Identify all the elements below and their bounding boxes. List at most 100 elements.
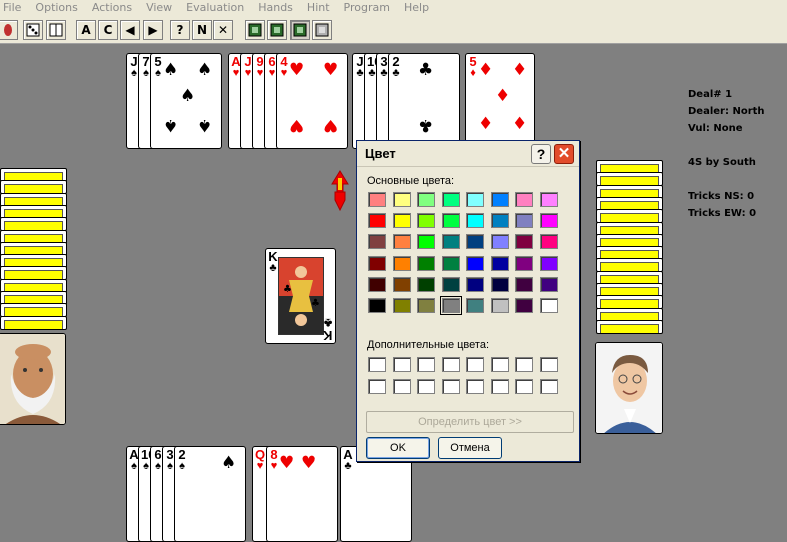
custom-color-swatch[interactable]	[417, 379, 435, 394]
n-icon[interactable]: N	[192, 20, 212, 40]
custom-color-swatch[interactable]	[392, 379, 411, 394]
x-icon[interactable]: ✕	[213, 20, 233, 40]
menu-hands[interactable]: Hands	[251, 1, 300, 14]
color-swatch[interactable]	[392, 192, 411, 207]
define-custom-color-button[interactable]: Определить цвет >>	[366, 411, 574, 433]
color-swatch[interactable]	[417, 213, 435, 229]
color-swatch[interactable]	[417, 276, 435, 292]
custom-color-swatch[interactable]	[490, 379, 509, 394]
color-swatch[interactable]	[368, 213, 386, 229]
suit-pip-icon: ♦	[478, 60, 494, 80]
c-icon[interactable]: C	[98, 20, 118, 40]
custom-color-swatch[interactable]	[515, 379, 533, 394]
color-swatch[interactable]	[368, 234, 386, 250]
color-swatch[interactable]	[515, 255, 533, 271]
help-button[interactable]: ?	[531, 144, 551, 164]
color-swatch[interactable]	[441, 213, 460, 229]
color-swatch[interactable]	[392, 255, 411, 271]
menu-actions[interactable]: Actions	[85, 1, 139, 14]
color-swatch[interactable]	[539, 255, 558, 271]
color-swatch[interactable]	[515, 192, 533, 207]
custom-color-swatch[interactable]	[392, 357, 411, 372]
color-swatch[interactable]	[417, 298, 435, 313]
color-swatch[interactable]	[441, 276, 460, 292]
color-swatch[interactable]	[441, 234, 460, 250]
color-swatch[interactable]	[539, 213, 558, 229]
question-icon[interactable]: ?	[170, 20, 190, 40]
color-swatch[interactable]	[441, 192, 460, 207]
back-icon[interactable]: ◀	[120, 20, 140, 40]
color-swatch[interactable]	[539, 234, 558, 250]
menu-view[interactable]: View	[139, 1, 179, 14]
color-swatch[interactable]	[466, 213, 484, 229]
color-swatch[interactable]	[539, 298, 558, 313]
color-swatch[interactable]	[490, 298, 509, 313]
menu-evaluation[interactable]: Evaluation	[179, 1, 251, 14]
color-swatch[interactable]	[490, 213, 509, 229]
stop-icon[interactable]	[0, 20, 18, 40]
color-swatch[interactable]	[439, 296, 462, 315]
color-swatch[interactable]	[515, 298, 533, 313]
color-swatch[interactable]	[392, 213, 411, 229]
dialog-titlebar[interactable]: Цвет ? ✕	[357, 141, 579, 167]
menu-hint[interactable]: Hint	[300, 1, 337, 14]
color-swatch[interactable]	[515, 276, 533, 292]
menu-program[interactable]: Program	[337, 1, 397, 14]
custom-color-swatch[interactable]	[539, 379, 558, 394]
card[interactable]: 5 ♦ ♦ ♦ ♦ ♦ ♦	[465, 53, 535, 149]
forward-icon[interactable]: ▶	[143, 20, 163, 40]
a-icon[interactable]: A	[76, 20, 96, 40]
color-swatch[interactable]	[392, 276, 411, 292]
dice-icon[interactable]	[23, 20, 43, 40]
color-swatch[interactable]	[539, 192, 558, 207]
custom-color-swatch[interactable]	[466, 379, 484, 394]
color-swatch[interactable]	[515, 213, 533, 229]
card[interactable]: 2 ♣ ♣ ♣	[388, 53, 460, 149]
card[interactable]: 5 ♠ ♠ ♠ ♠ ♠ ♠	[150, 53, 222, 149]
custom-color-swatch[interactable]	[466, 357, 484, 372]
custom-color-swatch[interactable]	[417, 357, 435, 372]
ok-button[interactable]: OK	[366, 437, 430, 459]
color-swatch[interactable]	[466, 255, 484, 271]
color-swatch[interactable]	[417, 255, 435, 271]
grid-icon[interactable]	[46, 20, 66, 40]
color-swatch[interactable]	[490, 192, 509, 207]
color-swatch[interactable]	[392, 234, 411, 250]
film3-icon[interactable]	[290, 20, 310, 40]
menu-file[interactable]: File	[0, 1, 28, 14]
film4-icon[interactable]	[312, 20, 332, 40]
menu-help[interactable]: Help	[397, 1, 436, 14]
color-swatch[interactable]	[490, 255, 509, 271]
color-swatch[interactable]	[368, 298, 386, 313]
color-swatch[interactable]	[490, 276, 509, 292]
card[interactable]: 2 ♠ ♠	[174, 446, 246, 542]
color-swatch[interactable]	[392, 298, 411, 313]
custom-color-swatch[interactable]	[441, 379, 460, 394]
color-swatch[interactable]	[417, 234, 435, 250]
card[interactable]: 8 ♥ ♥ ♥	[266, 446, 338, 542]
film1-icon[interactable]	[245, 20, 265, 40]
menu-options[interactable]: Options	[28, 1, 84, 14]
film2-icon[interactable]	[267, 20, 287, 40]
color-swatch[interactable]	[466, 234, 484, 250]
color-swatch[interactable]	[417, 192, 435, 207]
color-swatch[interactable]	[368, 276, 386, 292]
custom-color-swatch[interactable]	[515, 357, 533, 372]
color-swatch[interactable]	[490, 234, 509, 250]
card[interactable]: 4 ♥ ♥ ♥ ♥ ♥	[276, 53, 348, 149]
color-swatch[interactable]	[515, 234, 533, 250]
cancel-button[interactable]: Отмена	[438, 437, 502, 459]
color-swatch[interactable]	[441, 255, 460, 271]
color-swatch[interactable]	[539, 276, 558, 292]
color-swatch[interactable]	[368, 255, 386, 271]
custom-color-swatch[interactable]	[490, 357, 509, 372]
color-swatch[interactable]	[466, 276, 484, 292]
custom-color-swatch[interactable]	[368, 357, 386, 372]
color-swatch[interactable]	[466, 192, 484, 207]
custom-color-swatch[interactable]	[441, 357, 460, 372]
color-swatch[interactable]	[368, 192, 386, 207]
custom-color-swatch[interactable]	[539, 357, 558, 372]
close-button[interactable]: ✕	[554, 144, 574, 164]
custom-color-swatch[interactable]	[368, 379, 386, 394]
color-swatch[interactable]	[466, 298, 484, 313]
